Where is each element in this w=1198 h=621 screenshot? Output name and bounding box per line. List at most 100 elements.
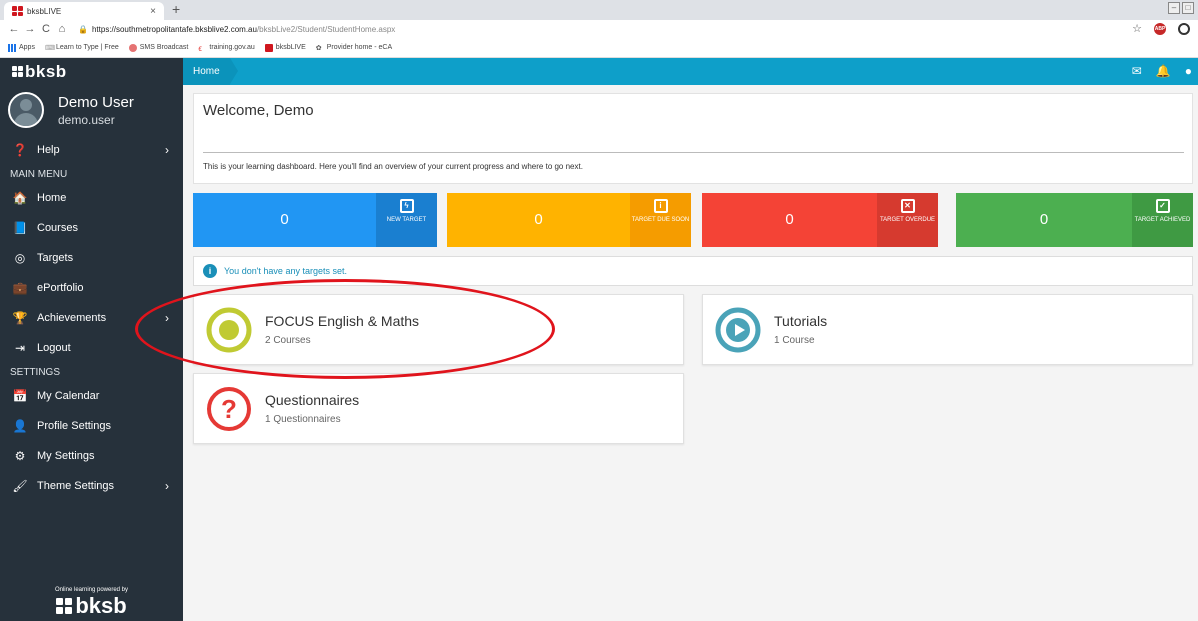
minimize-icon[interactable]: – <box>1168 2 1180 14</box>
chevron-right-icon: › <box>165 311 169 325</box>
bookmark-bksblive[interactable]: bksbLIVE <box>264 43 306 52</box>
sidebar-item-theme-settings[interactable]: 🖌 Theme Settings › <box>0 471 183 501</box>
calendar-bolt-icon: ϟ <box>399 199 414 213</box>
card-questionnaires[interactable]: ? Questionnaires 1 Questionnaires <box>193 373 684 444</box>
paintbrush-icon: 🖌 <box>12 479 28 493</box>
user-profile[interactable]: Demo User demo.user <box>0 85 183 135</box>
sidebar-item-achievements[interactable]: 🏆 Achievements › <box>0 303 183 333</box>
stat-value: 0 <box>280 211 289 228</box>
top-bar: Home ✉ 🔔 ● <box>183 58 1198 85</box>
url-field[interactable]: 🔒 https://southmetropolitantafe.bksblive… <box>78 25 395 34</box>
stat-value: 0 <box>1039 211 1049 228</box>
url-path: /bksbLive2/Student/StudentHome.aspx <box>256 24 396 34</box>
gear-icon: ⚙ <box>14 449 26 463</box>
sidebar: bksb Demo User demo.user ❓ Help › MAIN M… <box>0 58 183 621</box>
card-subtitle: 1 Course <box>774 335 815 346</box>
stat-new-target[interactable]: 0 ϟ NEW TARGET <box>193 193 437 247</box>
user-circle-icon: 👤 <box>12 419 28 433</box>
stat-label: NEW TARGET <box>386 217 427 223</box>
sidebar-item-my-settings[interactable]: ⚙ My Settings <box>0 441 183 471</box>
chevron-right-icon: › <box>165 479 169 493</box>
main-menu-heading: MAIN MENU <box>10 168 68 180</box>
card-focus-english-maths[interactable]: FOCUS English & Maths 2 Courses <box>193 294 684 365</box>
extension-icon[interactable]: ABP <box>1154 22 1166 35</box>
bookmark-apps[interactable]: Apps <box>8 43 35 52</box>
forward-arrow-icon[interactable]: → <box>22 23 38 35</box>
tab-close-icon[interactable]: × <box>150 6 156 17</box>
home-icon: 🏠 <box>12 191 28 205</box>
stat-label: TARGET OVERDUE <box>879 217 936 223</box>
logout-icon: ⇥ <box>14 341 26 355</box>
bookmark-sms-broadcast[interactable]: SMS Broadcast <box>128 43 188 52</box>
sidebar-item-profile-settings[interactable]: 👤 Profile Settings <box>0 411 183 441</box>
bookmark-learn-to-type[interactable]: ⌨ Learn to Type | Free <box>45 44 119 52</box>
sidebar-item-help[interactable]: ❓ Help › <box>0 135 183 165</box>
address-bar: ← → C ⌂ 🔒 https://southmetropolitantafe.… <box>0 20 1198 38</box>
stat-target-overdue[interactable]: 0 ✕ TARGET OVERDUE <box>702 193 938 247</box>
settings-heading: SETTINGS <box>10 366 61 378</box>
briefcase-icon: 💼 <box>12 281 28 295</box>
info-message: i You don't have any targets set. <box>193 256 1193 286</box>
card-title: FOCUS English & Maths <box>265 313 420 329</box>
welcome-description: This is your learning dashboard. Here yo… <box>203 162 583 171</box>
stat-target-achieved[interactable]: 0 ✓ TARGET ACHIEVED <box>956 193 1193 247</box>
sidebar-item-logout[interactable]: ⇥ Logout <box>0 333 183 363</box>
user-login: demo.user <box>58 112 115 127</box>
divider <box>203 152 1184 153</box>
chevron-right-icon: › <box>165 143 169 157</box>
stat-label: TARGET DUE SOON <box>631 217 690 223</box>
bookmark-training-gov[interactable]: ϵ training.gov.au <box>198 43 254 53</box>
play-circle-icon <box>714 306 762 354</box>
home-icon[interactable]: ⌂ <box>54 23 70 35</box>
keyboard-icon: ⌨ <box>44 44 56 52</box>
user-name: Demo User <box>58 93 134 111</box>
bookmark-star-icon[interactable]: ☆ <box>1132 22 1142 35</box>
question-circle-icon: ? <box>205 385 253 433</box>
stat-label: TARGET ACHIEVED <box>1134 217 1191 223</box>
target-circle-icon <box>205 306 253 354</box>
back-arrow-icon[interactable]: ← <box>6 23 22 35</box>
card-subtitle: 1 Questionnaires <box>265 414 341 425</box>
maximize-icon[interactable]: □ <box>1182 2 1194 14</box>
url-host: https://southmetropolitantafe.bksblive2.… <box>91 24 257 34</box>
card-title: Tutorials <box>774 313 828 329</box>
avatar <box>8 92 44 128</box>
breadcrumb[interactable]: Home <box>183 58 238 85</box>
window-controls: – □ <box>1168 2 1194 14</box>
card-subtitle: 2 Courses <box>265 335 311 346</box>
bookmark-provider-home[interactable]: ✿ Provider home - eCA <box>316 44 392 52</box>
envelope-icon[interactable]: ✉ <box>1132 64 1142 78</box>
bksb-favicon-icon <box>264 43 273 52</box>
bksb-favicon-icon <box>12 6 23 16</box>
page-title: Welcome, Demo <box>203 102 314 119</box>
calendar-icon: 📅 <box>12 389 28 403</box>
profile-icon[interactable] <box>1178 22 1190 35</box>
footer-logo: bksb <box>0 593 183 619</box>
new-tab-button[interactable]: + <box>172 1 180 17</box>
sidebar-item-my-calendar[interactable]: 📅 My Calendar <box>0 381 183 411</box>
bell-icon[interactable]: 🔔 <box>1156 64 1171 78</box>
training-icon: ϵ <box>198 43 202 53</box>
app-logo[interactable]: bksb <box>0 58 183 85</box>
bksb-logo-icon <box>56 598 73 614</box>
sidebar-item-courses[interactable]: 📘 Courses <box>0 213 183 243</box>
calendar-x-icon: ✕ <box>900 199 915 213</box>
target-icon: ◎ <box>14 251 26 265</box>
browser-tab[interactable]: bksbLIVE × <box>4 2 164 20</box>
provider-icon: ✿ <box>315 44 322 52</box>
stat-value: 0 <box>785 211 794 228</box>
sidebar-item-eportfolio[interactable]: 💼 ePortfolio <box>0 273 183 303</box>
stat-target-due-soon[interactable]: 0 i TARGET DUE SOON <box>447 193 691 247</box>
reload-icon[interactable]: C <box>38 23 54 35</box>
sidebar-item-home[interactable]: 🏠 Home <box>0 183 183 213</box>
card-tutorials[interactable]: Tutorials 1 Course <box>702 294 1193 365</box>
card-title: Questionnaires <box>265 392 360 408</box>
trophy-icon: 🏆 <box>12 311 28 325</box>
info-icon: i <box>203 264 217 278</box>
stat-value: 0 <box>534 211 543 228</box>
user-circle-icon[interactable]: ● <box>1185 64 1192 78</box>
lock-icon: 🔒 <box>78 24 88 34</box>
sidebar-item-targets[interactable]: ◎ Targets <box>0 243 183 273</box>
bookmarks-bar: Apps ⌨ Learn to Type | Free SMS Broadcast… <box>0 38 1198 58</box>
browser-tab-strip: bksbLIVE × + – □ <box>0 0 1198 20</box>
